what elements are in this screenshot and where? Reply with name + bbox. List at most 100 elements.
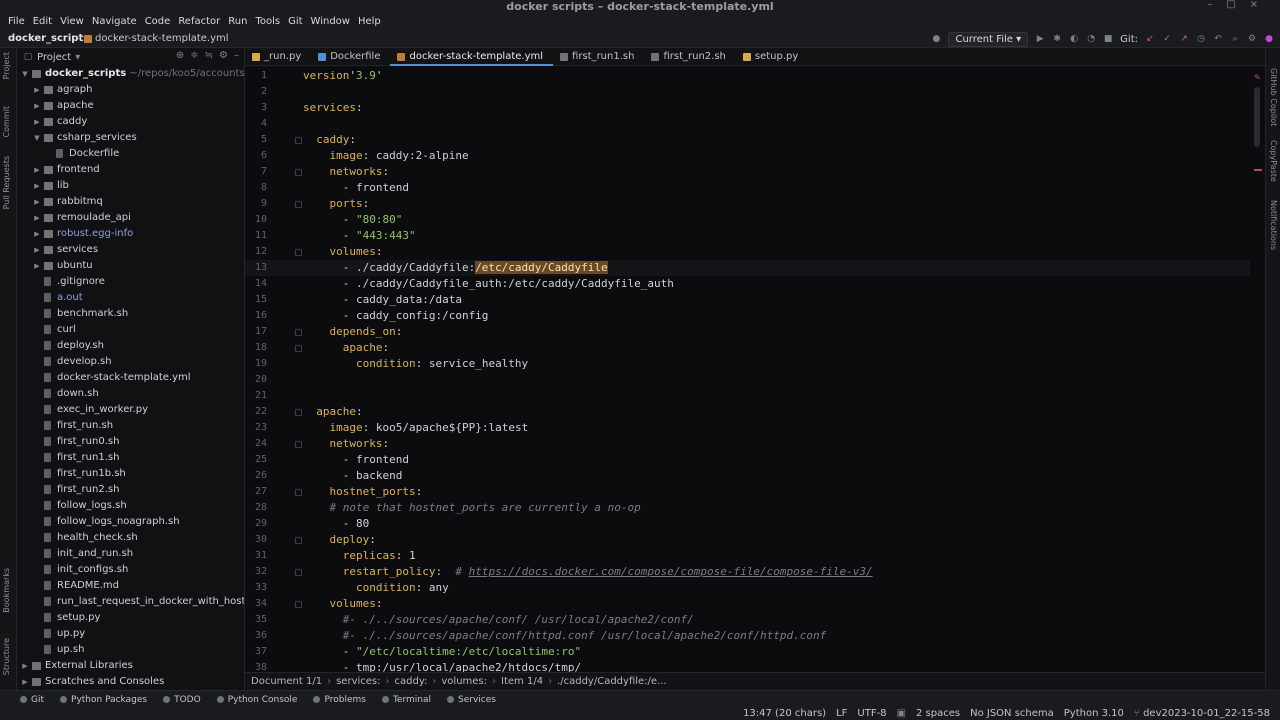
settings-icon[interactable]: ⚙ — [1247, 34, 1257, 44]
code-line[interactable]: 29 - 80 — [245, 516, 1265, 532]
inspection-icon[interactable]: ✎ — [1254, 73, 1261, 82]
tree-file[interactable]: develop.sh — [17, 354, 244, 370]
fold-icon[interactable] — [295, 201, 302, 208]
code-line[interactable]: 34 volumes: — [245, 596, 1265, 612]
code-line[interactable]: 32 restart_policy: # https://docs.docker… — [245, 564, 1265, 580]
code-line[interactable]: 11 - "443:443" — [245, 228, 1265, 244]
code-line[interactable]: 26 - backend — [245, 468, 1265, 484]
chevron-right-icon[interactable]: ▶ — [21, 658, 29, 674]
expand-all-icon[interactable]: ≑ — [190, 50, 198, 61]
tree-folder[interactable]: ▶ apache — [17, 98, 244, 114]
search-icon[interactable]: ⌕ — [1230, 34, 1240, 44]
tree-folder[interactable]: ▶ lib — [17, 178, 244, 194]
menu-run[interactable]: Run — [224, 16, 251, 27]
project-panel-title[interactable]: Project — [37, 52, 71, 63]
rollback-icon[interactable]: ↶ — [1213, 34, 1223, 44]
crumb-item[interactable]: Item 1/4 — [501, 676, 543, 687]
editor-tab[interactable]: _run.py — [245, 48, 311, 65]
chevron-down-icon[interactable]: ▼ — [33, 130, 41, 146]
code-line[interactable]: 1 version'3.9' — [245, 68, 1265, 84]
tree-file[interactable]: setup.py — [17, 610, 244, 626]
tree-file[interactable]: first_run1.sh — [17, 450, 244, 466]
minimize-button[interactable]: – — [1207, 0, 1226, 10]
chevron-right-icon[interactable]: ▶ — [33, 162, 41, 178]
nav-file-crumb[interactable]: docker-stack-template.yml — [84, 33, 229, 44]
code-line[interactable]: 6 image: caddy:2-alpine — [245, 148, 1265, 164]
tool-tab-pull-requests[interactable]: Pull Requests — [2, 156, 11, 209]
tool-tab-structure[interactable]: Structure — [2, 638, 11, 675]
editor-tab[interactable]: Dockerfile — [311, 48, 390, 65]
tree-file[interactable]: follow_logs.sh — [17, 498, 244, 514]
tree-file[interactable]: health_check.sh — [17, 530, 244, 546]
code-line[interactable]: 10 - "80:80" — [245, 212, 1265, 228]
fold-icon[interactable] — [295, 249, 302, 256]
menu-git[interactable]: Git — [284, 16, 306, 27]
coverage-icon[interactable]: ◐ — [1069, 34, 1079, 44]
git-update-icon[interactable]: ↙ — [1145, 34, 1155, 44]
code-line[interactable]: 20 — [245, 372, 1265, 388]
locate-icon[interactable]: ⊕ — [176, 50, 184, 61]
chevron-down-icon[interactable]: ▼ — [21, 66, 29, 82]
tree-file[interactable]: up.sh — [17, 642, 244, 658]
tree-file[interactable]: docker-stack-template.yml — [17, 370, 244, 386]
tree-file[interactable]: follow_logs_noagraph.sh — [17, 514, 244, 530]
tree-file[interactable]: init_and_run.sh — [17, 546, 244, 562]
code-line[interactable]: 27 hostnet_ports: — [245, 484, 1265, 500]
editor-scroll-gutter[interactable]: ✎ — [1250, 67, 1265, 672]
chevron-right-icon[interactable]: ▶ — [33, 226, 41, 242]
tree-root[interactable]: ▼ docker_scripts ~/repos/koo5/accounts-a… — [17, 66, 244, 82]
fold-icon[interactable] — [295, 169, 302, 176]
code-line[interactable]: 3 services: — [245, 100, 1265, 116]
fold-icon[interactable] — [295, 409, 302, 416]
tree-folder[interactable]: ▶ robust.egg-info — [17, 226, 244, 242]
tree-file[interactable]: .gitignore — [17, 274, 244, 290]
git-push-icon[interactable]: ↗ — [1179, 34, 1189, 44]
fold-icon[interactable] — [295, 441, 302, 448]
code-line[interactable]: 35 #- ./../sources/apache/conf/ /usr/loc… — [245, 612, 1265, 628]
editor-tab[interactable]: first_run2.sh — [644, 48, 735, 65]
code-line[interactable]: 37 - "/etc/localtime:/etc/localtime:ro" — [245, 644, 1265, 660]
code-line[interactable]: 25 - frontend — [245, 452, 1265, 468]
tool-tab-notifications[interactable]: Notifications — [1269, 200, 1278, 250]
tree-folder[interactable]: ▶ frontend — [17, 162, 244, 178]
code-line[interactable]: 31 replicas: 1 — [245, 548, 1265, 564]
code-line[interactable]: 33 condition: any — [245, 580, 1265, 596]
tree-folder[interactable]: ▶ remoulade_api — [17, 210, 244, 226]
tree-folder[interactable]: ▶ Scratches and Consoles — [17, 674, 244, 690]
menu-view[interactable]: View — [56, 16, 88, 27]
user-icon[interactable]: ● — [931, 34, 941, 44]
scrollbar-thumb[interactable] — [1254, 87, 1260, 147]
menu-refactor[interactable]: Refactor — [174, 16, 224, 27]
tree-folder[interactable]: ▶ rabbitmq — [17, 194, 244, 210]
tree-file[interactable]: a.out — [17, 290, 244, 306]
crumb-value[interactable]: ./caddy/Caddyfile:/e... — [557, 676, 667, 687]
menu-tools[interactable]: Tools — [251, 16, 284, 27]
code-line[interactable]: 7 networks: — [245, 164, 1265, 180]
tree-file[interactable]: first_run.sh — [17, 418, 244, 434]
menu-help[interactable]: Help — [354, 16, 385, 27]
chevron-right-icon[interactable]: ▶ — [33, 194, 41, 210]
debug-icon[interactable]: ✱ — [1052, 34, 1062, 44]
code-line[interactable]: 28 # note that hostnet_ports are current… — [245, 500, 1265, 516]
crumb-document[interactable]: Document 1/1 — [251, 676, 322, 687]
tree-file[interactable]: init_configs.sh — [17, 562, 244, 578]
tool-tab-github-copilot[interactable]: GitHub Copilot — [1269, 68, 1278, 126]
fold-icon[interactable] — [295, 489, 302, 496]
tree-folder[interactable]: ▶ ubuntu — [17, 258, 244, 274]
chevron-right-icon[interactable]: ▶ — [33, 98, 41, 114]
code-line[interactable]: 14 - ./caddy/Caddyfile_auth:/etc/caddy/C… — [245, 276, 1265, 292]
tool-terminal[interactable]: Terminal — [381, 695, 431, 705]
profile-icon[interactable]: ◔ — [1086, 34, 1096, 44]
status-encoding[interactable]: UTF-8 — [857, 708, 886, 719]
tree-file[interactable]: first_run1b.sh — [17, 466, 244, 482]
run-config-select[interactable]: Current File ▾ — [948, 31, 1029, 47]
error-marker[interactable] — [1254, 169, 1262, 171]
tool-services[interactable]: Services — [447, 695, 496, 705]
code-line[interactable]: 12 volumes: — [245, 244, 1265, 260]
code-line[interactable]: 9 ports: — [245, 196, 1265, 212]
tree-folder[interactable]: ▶ services — [17, 242, 244, 258]
code-line[interactable]: 22 apache: — [245, 404, 1265, 420]
status-cursor-position[interactable]: 13:47 (20 chars) — [743, 708, 826, 719]
code-line[interactable]: 15 - caddy_data:/data — [245, 292, 1265, 308]
editor-tab[interactable]: setup.py — [736, 48, 808, 65]
